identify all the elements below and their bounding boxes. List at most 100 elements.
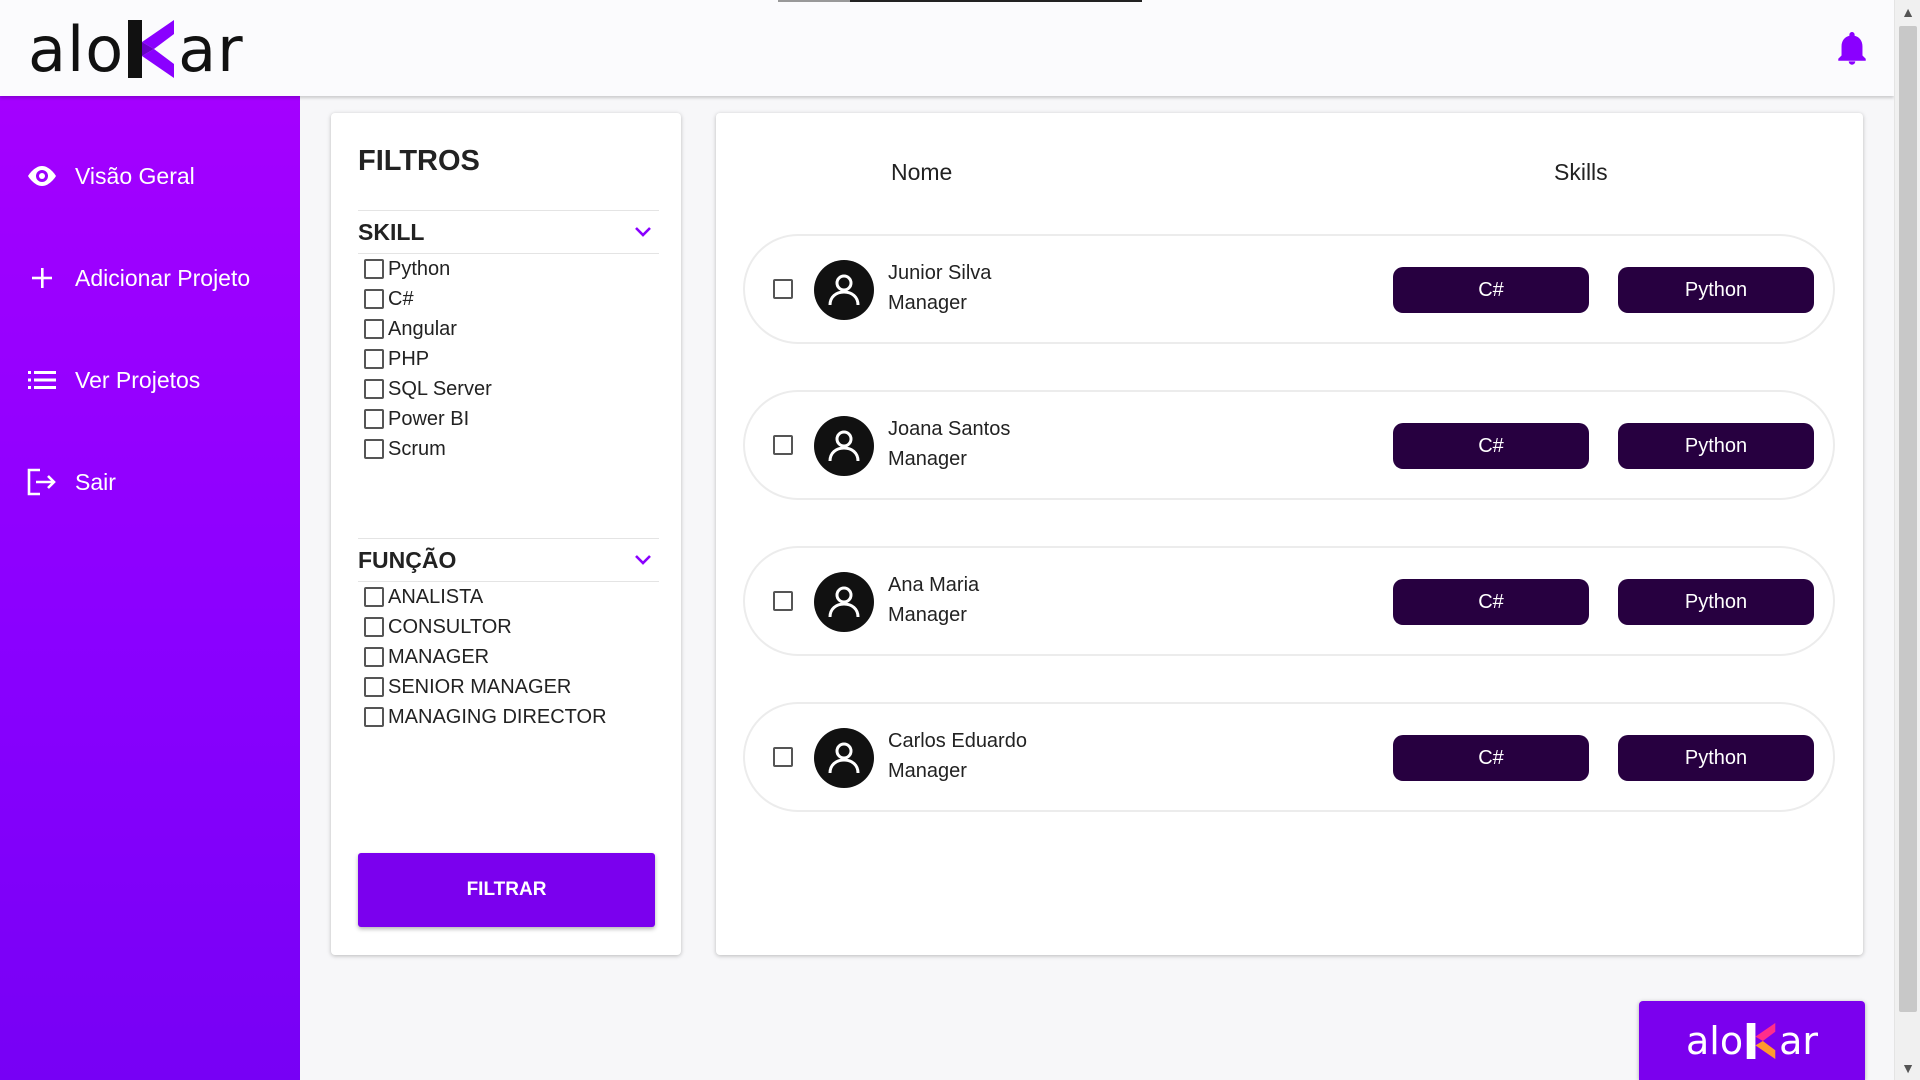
checkbox[interactable]: [364, 617, 384, 637]
person-name: Joana Santos: [888, 418, 1011, 440]
checkbox[interactable]: [364, 379, 384, 399]
skill-badge: C#: [1393, 579, 1589, 625]
skill-option-label: SQL Server: [388, 377, 492, 400]
sidebar-item-adicionar-projeto[interactable]: Adicionar Projeto: [24, 256, 250, 300]
bell-icon[interactable]: [1836, 32, 1868, 66]
checkbox[interactable]: [364, 439, 384, 459]
skill-option-power-bi[interactable]: Power BI: [358, 404, 659, 434]
avatar: [814, 728, 874, 788]
skill-badge: Python: [1618, 579, 1814, 625]
skill-badge: Python: [1618, 267, 1814, 313]
skill-option-label: Angular: [388, 317, 457, 340]
person-role: Manager: [888, 760, 967, 782]
person-name: Ana Maria: [888, 574, 980, 596]
skill-filter-header[interactable]: SKILL: [358, 210, 659, 254]
person-role: Manager: [888, 292, 967, 314]
scroll-up-icon[interactable]: ▲: [1895, 0, 1920, 24]
select-checkbox[interactable]: [773, 747, 793, 767]
eye-icon: [24, 158, 60, 194]
filter-panel: FILTROS SKILL Python C# Angular PHP SQL …: [331, 113, 681, 955]
skill-option-label: Python: [388, 257, 451, 280]
logout-icon: [24, 464, 60, 500]
select-checkbox[interactable]: [773, 435, 793, 455]
skill-option-scrum[interactable]: Scrum: [358, 434, 659, 464]
skill-filter-label: SKILL: [358, 218, 425, 245]
skill-badge: C#: [1393, 735, 1589, 781]
person-card[interactable]: Carlos Eduardo Manager C# Python: [743, 702, 1835, 812]
funcao-option-manager[interactable]: MANAGER: [358, 642, 659, 672]
funcao-option-managing-director[interactable]: MANAGING DIRECTOR: [358, 702, 659, 732]
sidebar-item-label: Adicionar Projeto: [75, 264, 251, 291]
skill-option-sql-server[interactable]: SQL Server: [358, 374, 659, 404]
funcao-option-senior-manager[interactable]: SENIOR MANAGER: [358, 672, 659, 702]
scroll-down-icon[interactable]: ▼: [1895, 1056, 1920, 1080]
skill-option-csharp[interactable]: C#: [358, 284, 659, 314]
funcao-filter-header[interactable]: FUNÇÃO: [358, 538, 659, 582]
sidebar-item-label: Visão Geral: [75, 162, 195, 189]
logo-text-left: alo: [28, 12, 125, 86]
checkbox[interactable]: [364, 677, 384, 697]
select-checkbox[interactable]: [773, 279, 793, 299]
checkbox[interactable]: [364, 319, 384, 339]
brand-text-right: ar: [1779, 1018, 1818, 1063]
funcao-option-label: ANALISTA: [388, 585, 484, 608]
funcao-option-label: MANAGER: [388, 645, 490, 668]
checkbox[interactable]: [364, 647, 384, 667]
skill-option-angular[interactable]: Angular: [358, 314, 659, 344]
skill-badge: Python: [1618, 423, 1814, 469]
checkbox[interactable]: [364, 587, 384, 607]
column-header-skills: Skills: [1554, 159, 1608, 185]
sidebar-item-label: Ver Projetos: [75, 366, 201, 393]
skill-option-label: Scrum: [388, 437, 446, 460]
funcao-option-label: MANAGING DIRECTOR: [388, 705, 607, 728]
select-checkbox[interactable]: [773, 591, 793, 611]
logo-k-mark: [128, 20, 175, 78]
filtrar-button[interactable]: FILTRAR: [358, 853, 655, 927]
checkbox[interactable]: [364, 289, 384, 309]
funcao-filter-section: FUNÇÃO ANALISTA CONSULTOR MANAGER SENIOR…: [358, 538, 659, 732]
results-panel: Nome Skills Junior Silva Manager C# Pyth…: [716, 113, 1863, 955]
chevron-down-icon[interactable]: [631, 220, 655, 244]
app-header: alo ar: [0, 0, 1894, 96]
skill-option-php[interactable]: PHP: [358, 344, 659, 374]
sidebar-item-ver-projetos[interactable]: Ver Projetos: [24, 358, 200, 402]
sidebar-item-visao-geral[interactable]: Visão Geral: [24, 154, 195, 198]
funcao-option-label: SENIOR MANAGER: [388, 675, 572, 698]
alokar-brand-button[interactable]: alo ar: [1639, 1001, 1865, 1080]
avatar: [814, 572, 874, 632]
person-card[interactable]: Joana Santos Manager C# Python: [743, 390, 1835, 500]
person-name: Carlos Eduardo: [888, 730, 1027, 752]
brand-k-mark: [1746, 1022, 1776, 1059]
person-card[interactable]: Junior Silva Manager C# Python: [743, 234, 1835, 344]
checkbox[interactable]: [364, 707, 384, 727]
chevron-down-icon[interactable]: [631, 548, 655, 572]
skill-option-label: C#: [388, 287, 414, 310]
checkbox[interactable]: [364, 409, 384, 429]
skill-option-python[interactable]: Python: [358, 254, 659, 284]
plus-icon: [24, 260, 60, 296]
person-name: Junior Silva: [888, 262, 992, 284]
funcao-option-consultor[interactable]: CONSULTOR: [358, 612, 659, 642]
top-tab-indicator: [778, 0, 1142, 2]
user-icon: [828, 742, 860, 774]
filter-title: FILTROS: [358, 145, 480, 177]
user-icon: [828, 586, 860, 618]
person-role: Manager: [888, 448, 967, 470]
funcao-option-label: CONSULTOR: [388, 615, 512, 638]
skill-badge: C#: [1393, 423, 1589, 469]
page-scrollbar[interactable]: ▲ ▼: [1894, 0, 1920, 1080]
alokar-logo[interactable]: alo ar: [28, 13, 244, 86]
person-card[interactable]: Ana Maria Manager C# Python: [743, 546, 1835, 656]
sidebar-item-sair[interactable]: Sair: [24, 460, 116, 504]
avatar: [814, 416, 874, 476]
user-icon: [828, 274, 860, 306]
logo-text-right: ar: [178, 12, 244, 86]
brand-text-left: alo: [1685, 1018, 1744, 1063]
person-role: Manager: [888, 604, 967, 626]
checkbox[interactable]: [364, 349, 384, 369]
scrollbar-thumb[interactable]: [1899, 26, 1917, 1012]
sidebar-item-label: Sair: [75, 468, 116, 495]
checkbox[interactable]: [364, 259, 384, 279]
sidebar: Visão Geral Adicionar Projeto Ver Projet…: [0, 96, 300, 1080]
funcao-option-analista[interactable]: ANALISTA: [358, 582, 659, 612]
